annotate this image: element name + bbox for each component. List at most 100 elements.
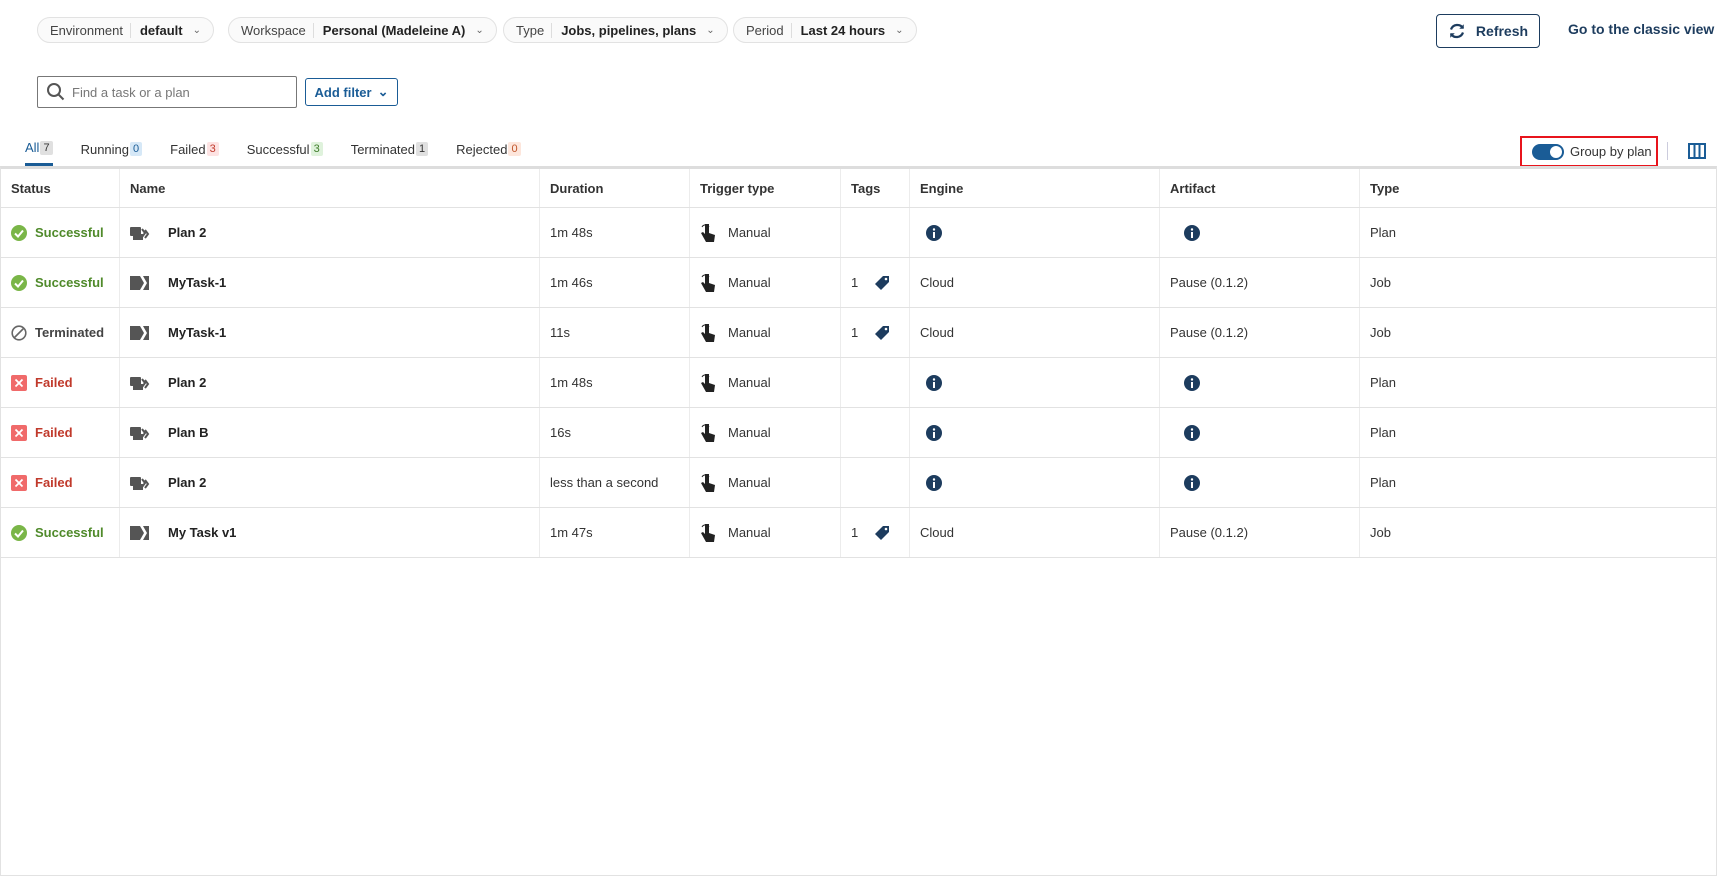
column-header-engine[interactable]: Engine (910, 169, 1160, 207)
status-cell: Successful (1, 508, 120, 557)
add-filter-label: Add filter (314, 84, 372, 100)
tab-all[interactable]: All 7 (25, 140, 53, 166)
column-header-duration[interactable]: Duration (540, 169, 690, 207)
tags-cell: 1 (841, 508, 910, 557)
tab-terminated[interactable]: Terminated 1 (350, 140, 429, 166)
tags-cell (841, 408, 910, 457)
type-cell: Plan (1360, 208, 1716, 257)
tag-icon[interactable] (874, 525, 890, 541)
hand-pointer-icon (701, 373, 715, 392)
table-row[interactable]: Failed Plan 2 less than a second Manual … (1, 458, 1716, 508)
hand-pointer-icon (701, 273, 715, 292)
column-header-type[interactable]: Type (1360, 169, 1716, 207)
column-header-tags[interactable]: Tags (841, 169, 910, 207)
hand-pointer-icon (701, 523, 715, 542)
search-field[interactable] (37, 76, 297, 108)
tab-failed[interactable]: Failed 3 (170, 140, 219, 166)
trigger-cell: Manual (690, 258, 841, 307)
artifact-cell (1160, 208, 1360, 257)
type-cell: Plan (1360, 408, 1716, 457)
info-icon[interactable] (926, 374, 942, 391)
duration-text: 11s (550, 325, 570, 340)
trigger-cell: Manual (690, 208, 841, 257)
info-icon[interactable] (1184, 424, 1200, 441)
filter-chip-workspace[interactable]: Workspace Personal (Madeleine A) ⌄ (228, 17, 497, 43)
column-header-status[interactable]: Status (1, 169, 120, 207)
type-text: Job (1370, 525, 1391, 540)
failed-x-icon (11, 424, 27, 441)
engine-cell (910, 358, 1160, 407)
name-cell[interactable]: MyTask-1 (120, 258, 540, 307)
table-row[interactable]: Successful Plan 2 1m 48s Manual Plan (1, 208, 1716, 258)
tab-label: Terminated (350, 141, 415, 157)
name-link[interactable]: Plan 2 (168, 375, 206, 390)
filter-label: Environment (50, 22, 131, 38)
tag-icon[interactable] (874, 325, 890, 341)
duration-text: 1m 48s (550, 375, 593, 390)
chevron-down-icon: ⌄ (895, 24, 904, 36)
table-row[interactable]: Failed Plan 2 1m 48s Manual Plan (1, 358, 1716, 408)
success-check-icon (11, 224, 27, 241)
tag-count: 1 (851, 525, 859, 540)
toggle-switch[interactable] (1532, 143, 1564, 160)
refresh-button[interactable]: Refresh (1436, 14, 1540, 48)
name-cell[interactable]: Plan 2 (120, 208, 540, 257)
column-header-artifact[interactable]: Artifact (1160, 169, 1360, 207)
name-cell[interactable]: Plan B (120, 408, 540, 457)
name-cell[interactable]: Plan 2 (120, 458, 540, 507)
name-cell[interactable]: My Task v1 (120, 508, 540, 557)
classic-view-link[interactable]: Go to the classic view (1568, 21, 1714, 37)
info-icon[interactable] (1184, 374, 1200, 391)
tags-cell (841, 208, 910, 257)
terminated-icon (11, 324, 27, 341)
status-text: Failed (35, 375, 73, 390)
table-row[interactable]: Failed Plan B 16s Manual Plan (1, 408, 1716, 458)
status-cell: Successful (1, 258, 120, 307)
table-row[interactable]: Terminated MyTask-1 11s Manual 1 Cloud P… (1, 308, 1716, 358)
type-cell: Plan (1360, 358, 1716, 407)
engine-text: Cloud (920, 275, 954, 290)
status-cell: Failed (1, 408, 120, 457)
name-link[interactable]: MyTask-1 (168, 325, 226, 340)
group-by-plan-toggle[interactable]: Group by plan (1520, 136, 1658, 167)
engine-cell: Cloud (910, 308, 1160, 357)
name-link[interactable]: Plan B (168, 425, 208, 440)
column-header-trigger-type[interactable]: Trigger type (690, 169, 841, 207)
filter-chip-type[interactable]: Type Jobs, pipelines, plans ⌄ (503, 17, 728, 43)
filter-chip-environment[interactable]: Environment default ⌄ (37, 17, 214, 43)
name-link[interactable]: My Task v1 (168, 525, 236, 540)
runs-table: Status Name Duration Trigger type Tags Engine… (0, 166, 1717, 876)
artifact-text: Pause (0.1.2) (1170, 275, 1249, 290)
tab-running[interactable]: Running 0 (81, 140, 143, 166)
type-cell: Job (1360, 258, 1716, 307)
info-icon[interactable] (926, 224, 942, 241)
tab-rejected[interactable]: Rejected 0 (456, 140, 521, 166)
filter-label: Period (746, 22, 792, 38)
table-row[interactable]: Successful My Task v1 1m 47s Manual 1 Cl… (1, 508, 1716, 558)
columns-icon[interactable] (1688, 143, 1706, 159)
name-link[interactable]: Plan 2 (168, 475, 206, 490)
success-check-icon (11, 274, 27, 291)
name-link[interactable]: Plan 2 (168, 225, 206, 240)
add-filter-button[interactable]: Add filter ⌄ (305, 78, 398, 106)
engine-text: Cloud (920, 325, 954, 340)
trigger-text: Manual (728, 275, 771, 290)
info-icon[interactable] (1184, 224, 1200, 241)
search-input[interactable] (72, 84, 272, 100)
name-cell[interactable]: Plan 2 (120, 358, 540, 407)
filter-chip-period[interactable]: Period Last 24 hours ⌄ (733, 17, 917, 43)
info-icon[interactable] (926, 424, 942, 441)
name-cell[interactable]: MyTask-1 (120, 308, 540, 357)
job-icon (130, 275, 149, 290)
tab-successful[interactable]: Successful 3 (247, 140, 323, 166)
table-row[interactable]: Successful MyTask-1 1m 46s Manual 1 Clou… (1, 258, 1716, 308)
filter-value: Last 24 hours (800, 22, 886, 38)
duration-cell: 1m 48s (540, 208, 690, 257)
info-icon[interactable] (1184, 474, 1200, 491)
column-header-name[interactable]: Name (120, 169, 540, 207)
status-text: Successful (35, 225, 104, 240)
tag-icon[interactable] (874, 275, 890, 291)
column-header-label: Artifact (1170, 180, 1216, 196)
name-link[interactable]: MyTask-1 (168, 275, 226, 290)
info-icon[interactable] (926, 474, 942, 491)
